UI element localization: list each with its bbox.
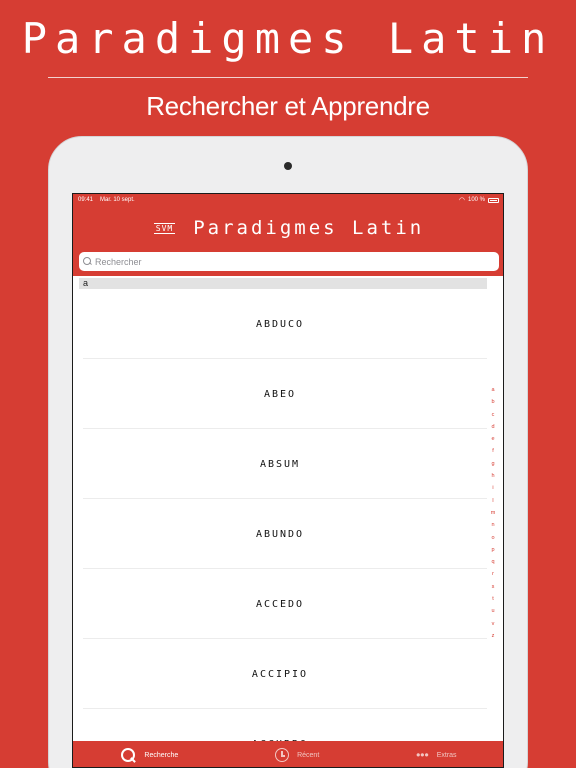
index-letter[interactable]: t: [492, 593, 494, 605]
index-letter[interactable]: g: [491, 458, 494, 470]
index-letter[interactable]: i: [492, 482, 493, 494]
tab-recent[interactable]: Récent: [275, 748, 319, 762]
tab-label: Recherche: [144, 751, 179, 759]
section-header: a: [79, 278, 487, 289]
list-item[interactable]: ABEO: [73, 359, 487, 429]
word-list: ABDUCO ABEO ABSUM ABUNDO ACCEDO ACCIPIO …: [73, 289, 487, 767]
index-letter[interactable]: m: [491, 507, 496, 519]
camera-dot: [284, 162, 292, 170]
list-item[interactable]: ACCEDO: [73, 569, 487, 639]
app-logo: SVM: [153, 222, 176, 234]
index-letter[interactable]: l: [492, 495, 493, 507]
list-item[interactable]: ABUNDO: [73, 499, 487, 569]
nav-title: Paradigmes Latin: [193, 217, 425, 239]
tab-bar: Recherche Récent ••• Extras: [73, 741, 503, 767]
index-letter[interactable]: p: [491, 544, 494, 556]
battery-label: 100 %: [467, 197, 485, 203]
index-letter[interactable]: h: [491, 470, 494, 482]
status-date: Mar. 10 sept.: [100, 197, 135, 203]
promo-title: Paradigmes Latin: [21, 14, 555, 63]
index-letter[interactable]: a: [491, 384, 494, 396]
clock-icon: [275, 748, 290, 762]
status-bar: 09:41 Mar. 10 sept. ◠ 100 %: [73, 194, 503, 207]
status-indicators: ◠ 100 %: [459, 194, 499, 207]
status-time: 09:41: [78, 197, 94, 203]
index-letter[interactable]: v: [492, 618, 495, 630]
nav-bar: SVM Paradigmes Latin: [73, 207, 503, 249]
list-item[interactable]: ACCIPIO: [73, 639, 487, 709]
search-input[interactable]: Rechercher: [79, 252, 499, 271]
battery-icon: [488, 198, 499, 203]
tab-extras[interactable]: ••• Extras: [416, 748, 457, 762]
more-icon: •••: [416, 748, 429, 762]
index-letter[interactable]: q: [491, 556, 494, 568]
index-letter[interactable]: b: [491, 396, 494, 408]
index-letter[interactable]: s: [492, 581, 495, 593]
search-icon: [121, 747, 136, 763]
search-icon: [83, 257, 92, 266]
tab-label: Extras: [436, 751, 457, 759]
index-letter[interactable]: e: [491, 433, 494, 445]
section-index[interactable]: abcdefghilmnopqrstuvz: [487, 384, 499, 642]
tab-recherche[interactable]: Recherche: [121, 747, 179, 763]
search-bar: Rechercher: [73, 249, 503, 276]
wifi-icon: ◠: [458, 197, 465, 204]
index-letter[interactable]: u: [491, 605, 494, 617]
search-placeholder: Rechercher: [95, 256, 142, 267]
index-letter[interactable]: d: [491, 421, 494, 433]
index-letter[interactable]: z: [492, 630, 495, 642]
promo-subtitle: Rechercher et Apprendre: [146, 91, 430, 121]
index-letter[interactable]: o: [491, 532, 494, 544]
promo-divider: [48, 77, 528, 78]
index-letter[interactable]: r: [492, 568, 494, 580]
list-item[interactable]: ABDUCO: [73, 289, 487, 359]
list-item[interactable]: ABSUM: [73, 429, 487, 499]
index-letter[interactable]: n: [491, 519, 494, 531]
index-letter[interactable]: c: [492, 409, 495, 421]
app-screen: 09:41 Mar. 10 sept. ◠ 100 % SVM Paradigm…: [72, 193, 504, 768]
index-letter[interactable]: f: [492, 445, 494, 457]
tab-label: Récent: [297, 751, 320, 759]
